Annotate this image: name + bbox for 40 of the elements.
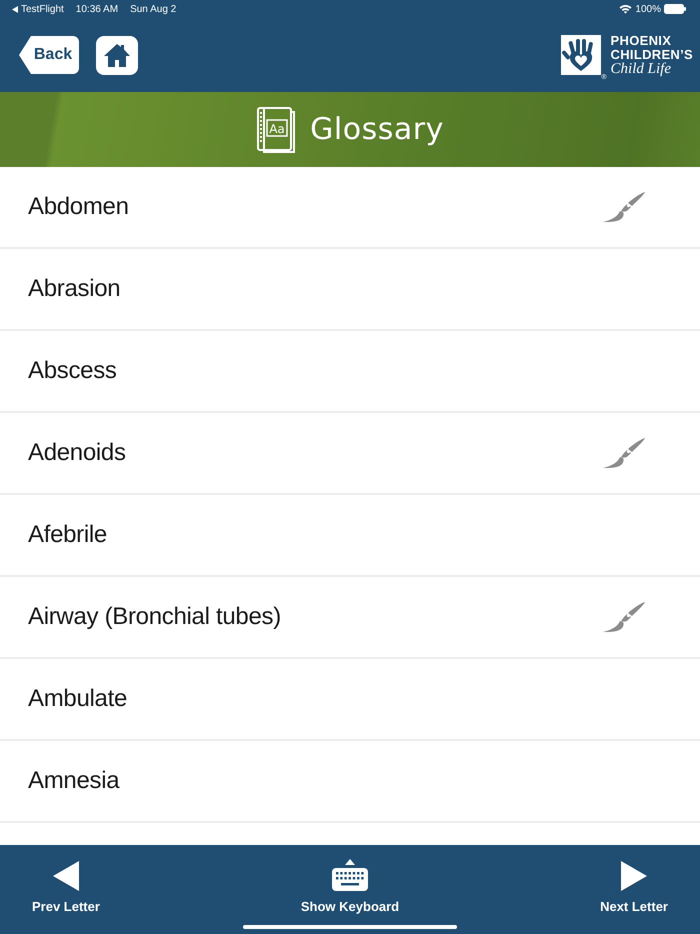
back-button[interactable]: Back [19, 36, 79, 74]
prev-letter-button[interactable]: Prev Letter [28, 855, 104, 916]
battery-percent: 100% [635, 2, 661, 16]
logo-text: Child Life [610, 62, 672, 76]
back-app-link[interactable]: TestFlight [21, 2, 64, 16]
paintbrush-icon [602, 601, 646, 633]
glossary-row[interactable]: Abscess [0, 331, 700, 413]
wifi-icon [619, 4, 632, 14]
term-label: Amnesia [28, 766, 120, 796]
term-label: Ambulate [28, 684, 127, 714]
term-label: Airway (Bronchial tubes) [28, 602, 281, 632]
hand-heart-logo-icon [561, 34, 602, 74]
status-time: 10:36 AM [76, 2, 118, 16]
home-button[interactable] [96, 36, 138, 74]
glossary-row[interactable]: Adenoids [0, 413, 700, 495]
home-icon [103, 42, 131, 68]
show-keyboard-button[interactable]: Show Keyboard [296, 855, 404, 916]
glossary-row[interactable]: Abrasion [0, 249, 700, 331]
term-label: Abscess [28, 356, 117, 386]
battery-icon [664, 4, 686, 14]
logo-text: CHILDREN’S [610, 48, 693, 62]
logo-text: PHOENIX [610, 34, 672, 48]
left-triangle-icon [52, 861, 79, 891]
next-letter-button[interactable]: Next Letter [596, 855, 672, 916]
term-label: Abdomen [28, 192, 129, 222]
glossary-row[interactable]: Ambulate [0, 659, 700, 741]
term-label: Abrasion [28, 274, 120, 304]
paintbrush-icon [602, 191, 646, 223]
paintbrush-icon [602, 437, 646, 469]
glossary-row[interactable]: Abdomen [0, 167, 700, 249]
keyboard-icon [332, 858, 368, 891]
glossary-row[interactable]: Amnesia [0, 741, 700, 823]
back-triangle-icon [12, 6, 18, 12]
right-triangle-icon [621, 861, 648, 891]
term-label: Afebrile [28, 520, 107, 550]
glossary-row[interactable]: Airway (Bronchial tubes) [0, 577, 700, 659]
status-date: Sun Aug 2 [130, 2, 176, 16]
glossary-row[interactable]: Afebrile [0, 495, 700, 577]
page-title: Glossary [310, 111, 444, 149]
term-label: Adenoids [28, 438, 126, 468]
